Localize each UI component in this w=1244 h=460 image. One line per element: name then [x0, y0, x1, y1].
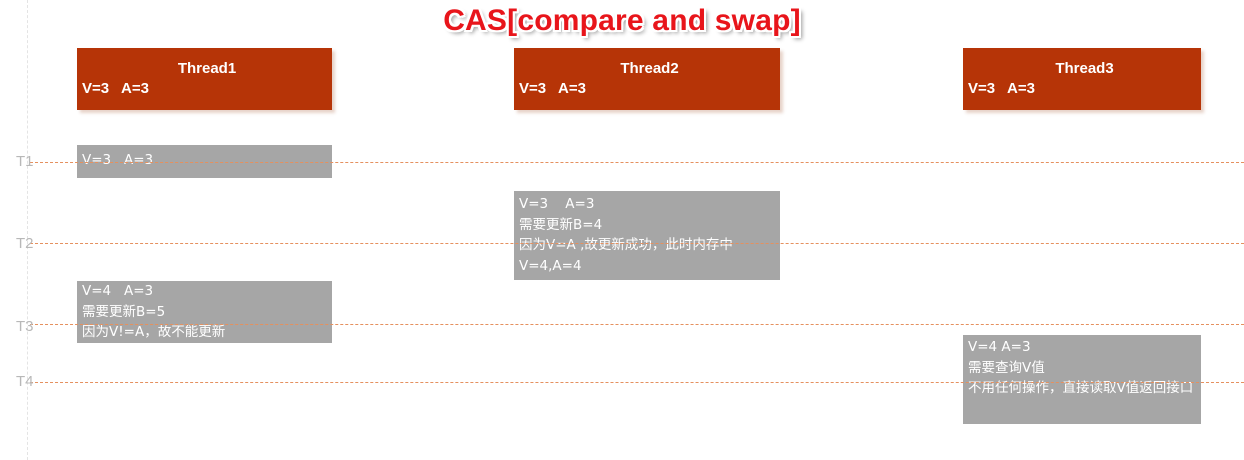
time-label-t2: T2: [16, 235, 34, 252]
t3-thread1-box: V=4 A=3 需要更新B=5 因为V!=A，故不能更新: [77, 281, 332, 343]
time-label-t1: T1: [16, 153, 34, 170]
time-label-t3: T3: [16, 318, 34, 335]
box-line: V=3 A=3: [519, 196, 595, 212]
box-line: V=4 A=3: [968, 339, 1031, 355]
time-line-t1: [30, 162, 1244, 163]
thread3-values: V=3 A=3: [968, 80, 1035, 97]
thread1-name: Thread1: [177, 60, 237, 77]
thread3-name: Thread3: [1055, 60, 1114, 77]
box-line: 因为V!=A，故不能更新: [82, 324, 226, 340]
box-line: V=4,A=4: [519, 257, 582, 274]
time-label-t4: T4: [16, 373, 34, 390]
box-line: 因为V=A ,故更新成功，此时内存中: [519, 237, 733, 253]
left-guide-line: [27, 0, 28, 460]
thread3-header: Thread3 V=3 A=3: [963, 48, 1201, 110]
t2-thread2-box: V=3 A=3 需要更新B=4 因为V=A ,故更新成功，此时内存中 V=4,A…: [514, 191, 780, 280]
diagram-title: CAS[compare and swap]: [443, 4, 801, 37]
thread1-values: V=3 A=3: [82, 80, 149, 97]
t4-thread3-box: V=4 A=3 需要查询V值 不用任何操作，直接读取V值返回接口: [963, 335, 1201, 424]
thread2-header: Thread2 V=3 A=3: [514, 48, 780, 110]
time-line-t4: [30, 382, 1244, 383]
box-line: 需要更新B=4: [519, 216, 603, 233]
box-line: V=3 A=3: [82, 152, 154, 168]
thread2-name: Thread2: [620, 60, 679, 77]
time-line-t2: [30, 243, 1244, 244]
thread1-header: Thread1 V=3 A=3: [77, 48, 332, 110]
box-line: 需要更新B=5: [82, 303, 166, 320]
box-line: V=4 A=3: [82, 283, 154, 299]
thread2-values: V=3 A=3: [519, 80, 586, 97]
time-line-t3: [30, 324, 1244, 325]
box-line: 需要查询V值: [968, 359, 1045, 376]
